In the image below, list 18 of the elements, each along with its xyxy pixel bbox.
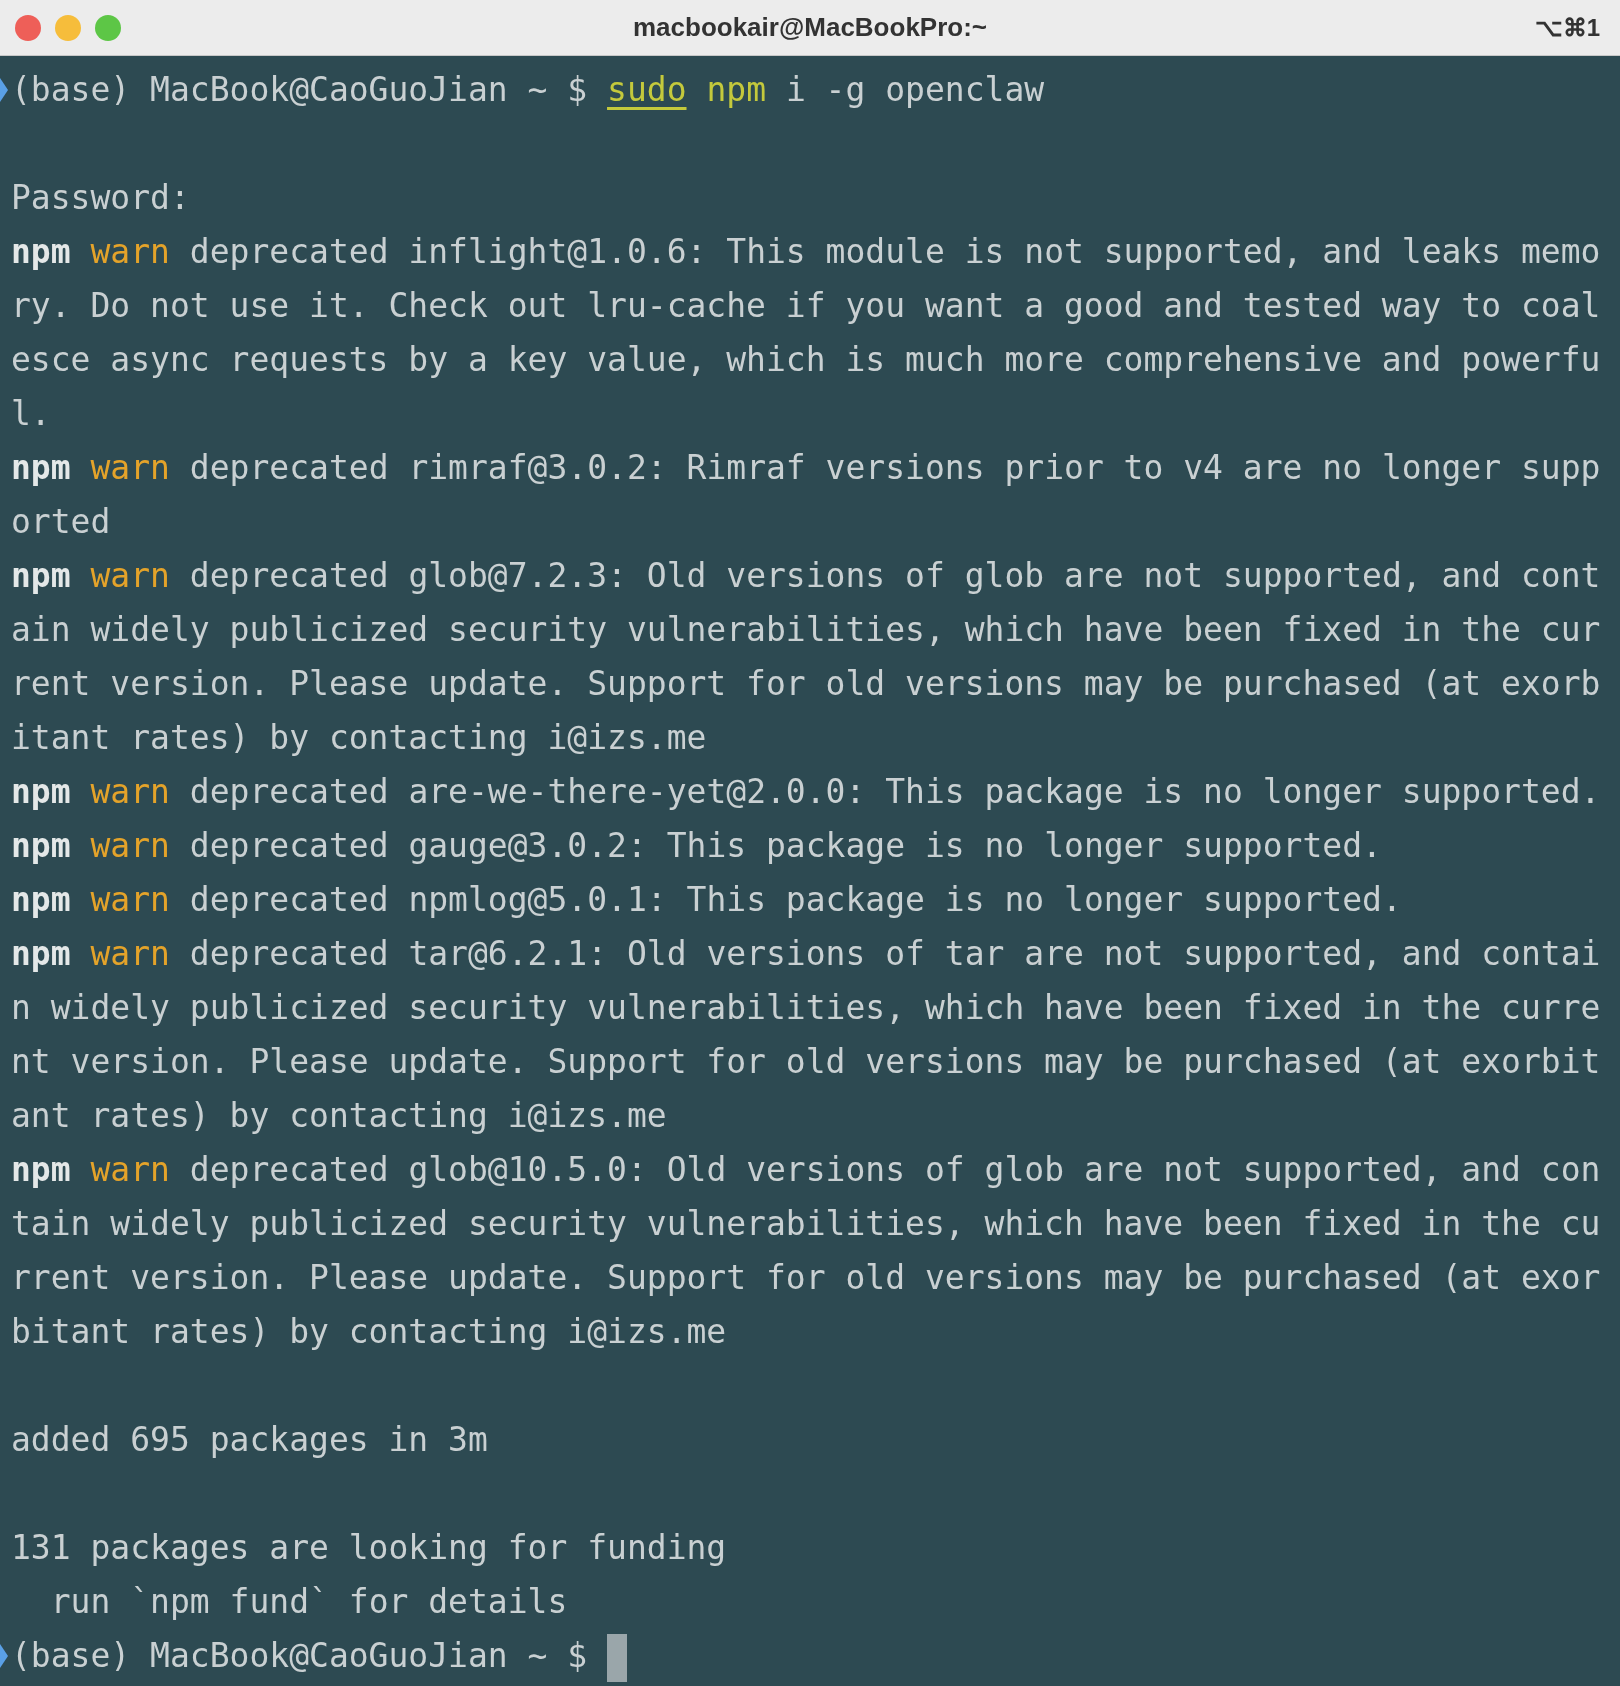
prompt-mark-icon <box>0 1644 8 1668</box>
window-title: macbookair@MacBookPro:~ <box>632 12 988 43</box>
output-line: added 695 packages in 3m <box>11 1419 489 1461</box>
close-button[interactable] <box>15 14 41 41</box>
warning-line: npm warn deprecated gauge@3.0.2: This package is no longer supported. <box>11 825 1383 867</box>
warning-line: npm warn deprecated glob@10.5.0: Old versions of glob are not supported, and contain widely publicized security vulnerabilities, which have been fixed in the current version. Please update. Support for old versions may be purchased (at exorbitant rates) by contacting i@izs.me <box>11 1149 1602 1353</box>
command-line: (base) MacBook@CaoGuoJian ~ $ <box>11 1636 589 1675</box>
prompt-mark-icon <box>0 78 8 102</box>
warning-line: npm warn deprecated npmlog@5.0.1: This package is no longer supported. <box>11 879 1403 921</box>
zoom-button[interactable] <box>95 14 121 41</box>
command-line: (base) MacBook@CaoGuoJian ~ $ sudo npm i -g openclaw <box>11 70 1045 109</box>
output-line: Password: <box>11 177 191 219</box>
shortcut-label: ⌥⌘1 <box>1534 13 1600 42</box>
warning-line: npm warn deprecated inflight@1.0.6: This module is not supported, and leaks memory. Do not use it. Check out lru-cache if you want a good and tested way to coalesce async requests by a key value, which is much more comprehensive and powerful. <box>11 231 1602 435</box>
output-line: 131 packages are looking for funding <box>11 1527 728 1569</box>
warning-line: npm warn deprecated are-we-there-yet@2.0.0: This package is no longer supported. <box>11 771 1602 813</box>
minimize-button[interactable] <box>55 14 81 41</box>
output-line: run `npm fund` for details <box>49 1581 569 1623</box>
